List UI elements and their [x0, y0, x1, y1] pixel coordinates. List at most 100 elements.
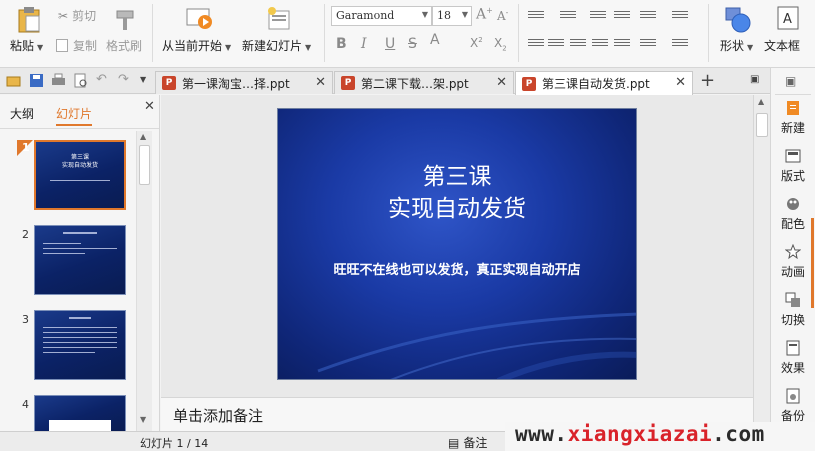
font-size-select[interactable]: 18 ▼ — [432, 6, 472, 26]
font-name-select[interactable]: Garamond ▼ — [331, 6, 432, 26]
bullets-icon[interactable] — [528, 11, 544, 23]
numbering-icon[interactable] — [560, 11, 576, 23]
side-color-scheme-label: 配色 — [780, 217, 805, 231]
canvas-scrollbar[interactable]: ▲ — [753, 95, 770, 431]
text-direction-icon[interactable] — [672, 11, 688, 23]
divider — [775, 94, 811, 95]
side-color-scheme-button[interactable]: 配色 — [771, 196, 815, 232]
justify-icon[interactable] — [592, 39, 608, 51]
shrink-font-icon[interactable]: A- — [497, 8, 508, 23]
scroll-down-icon[interactable]: ▼ — [140, 415, 146, 424]
scroll-up-icon[interactable]: ▲ — [758, 97, 764, 106]
slides-panel: 大纲 幻灯片 ✕ 1 第三课 实现自动发货 2 3 4 ▲ ▼ — [0, 95, 160, 432]
side-backup-button[interactable]: 备份 — [771, 388, 815, 424]
tab-slides[interactable]: 幻灯片 — [56, 105, 93, 126]
shape-button[interactable]: 形状 ▼ — [714, 4, 760, 60]
print-preview-icon[interactable] — [73, 73, 88, 88]
subscript-icon[interactable]: X2 — [494, 36, 507, 52]
side-new-button[interactable]: 新建 — [771, 100, 815, 136]
thumb-text-line — [43, 347, 117, 348]
notes-icon: ▤ — [448, 435, 460, 450]
divider — [0, 128, 159, 129]
side-effects-label: 效果 — [780, 361, 805, 375]
distribute-icon[interactable] — [614, 39, 630, 51]
thumb-text-line — [43, 248, 117, 249]
task-side-panel: ▣ 新建 版式 配色 动画 切换 效果 备份 — [770, 68, 815, 431]
slides-panel-scrollbar[interactable]: ▲ ▼ — [136, 131, 152, 431]
thumb-text-line — [43, 342, 117, 343]
side-effects-button[interactable]: 效果 — [771, 340, 815, 376]
side-layout-label: 版式 — [780, 169, 805, 183]
quick-access-menu-icon[interactable]: ▼ — [140, 75, 146, 84]
slide-thumbnail-2[interactable] — [34, 225, 126, 295]
divider — [324, 4, 325, 62]
font-size-value: 18 — [437, 9, 451, 22]
increase-indent-icon[interactable] — [614, 11, 630, 23]
cut-button[interactable]: ✂ 剪切 — [58, 7, 96, 24]
side-animation-button[interactable]: 动画 — [771, 244, 815, 280]
font-color-icon[interactable]: A — [430, 32, 440, 48]
align-center-icon[interactable] — [548, 39, 564, 51]
tab-lesson-two[interactable]: P 第二课下载…架.ppt ✕ — [334, 71, 514, 94]
side-transition-label: 切换 — [780, 313, 805, 327]
vertical-align-icon[interactable] — [672, 39, 688, 51]
slide-subtitle[interactable]: 旺旺不在线也可以发货，真正实现自动开店 — [278, 259, 636, 278]
close-icon[interactable]: ✕ — [315, 75, 326, 90]
close-icon[interactable]: ✕ — [496, 75, 507, 90]
open-folder-icon[interactable] — [6, 73, 21, 88]
grow-font-icon[interactable]: A+ — [476, 6, 493, 23]
side-layout-button[interactable]: 版式 — [771, 148, 815, 184]
slide-indicator: 幻灯片 1 / 14 — [140, 437, 209, 450]
scroll-up-icon[interactable]: ▲ — [140, 132, 146, 141]
ribbon-toolbar: 粘贴 ▼ ✂ 剪切 复制 格式刷 从当前开始 ▼ 新建幻灯片 ▼ Garamon… — [0, 0, 815, 68]
scrollbar-thumb[interactable] — [139, 145, 150, 185]
slide-number: 4 — [22, 398, 29, 411]
align-right-icon[interactable] — [570, 39, 586, 51]
format-painter-button[interactable]: 格式刷 — [106, 4, 146, 60]
chevron-down-icon: ▼ — [225, 43, 232, 52]
textbox-icon: A — [777, 6, 799, 30]
undo-icon[interactable]: ↶ — [96, 72, 107, 87]
align-left-icon[interactable] — [528, 39, 544, 51]
slide-thumbnail-1[interactable]: 第三课 实现自动发货 — [34, 140, 126, 210]
thumb-title-line: 第三课 — [70, 154, 89, 161]
close-icon[interactable]: ✕ — [675, 75, 686, 90]
redo-icon[interactable]: ↷ — [118, 72, 129, 87]
columns-icon[interactable] — [640, 39, 656, 51]
notes-placeholder: 单击添加备注 — [173, 407, 264, 425]
side-animation-label: 动画 — [780, 265, 805, 279]
notes-toggle-button[interactable]: ▤ 备注 — [448, 434, 487, 451]
side-transition-button[interactable]: 切换 — [771, 292, 815, 328]
italic-icon[interactable]: I — [361, 36, 367, 52]
superscript-icon[interactable]: X2 — [470, 36, 483, 50]
underline-icon[interactable]: U — [385, 36, 395, 52]
slide-thumbnail-3[interactable] — [34, 310, 126, 380]
slide-thumbnail-4[interactable] — [34, 395, 126, 432]
current-slide[interactable]: 第三课 实现自动发货 旺旺不在线也可以发货，真正实现自动开店 — [277, 108, 637, 380]
strikethrough-icon[interactable]: S — [408, 36, 417, 52]
new-slide-button[interactable]: 新建幻灯片 ▼ — [242, 4, 318, 60]
scrollbar-thumb[interactable] — [756, 113, 768, 137]
slide-number: 2 — [22, 228, 29, 241]
textbox-button[interactable]: A 文本框 — [762, 4, 815, 60]
play-from-current-button[interactable]: 从当前开始 ▼ — [162, 4, 234, 60]
save-icon[interactable] — [29, 73, 44, 88]
paste-button[interactable]: 粘贴 ▼ — [8, 4, 48, 60]
tab-lesson-one[interactable]: P 第一课淘宝…择.ppt ✕ — [155, 71, 333, 94]
document-tab-bar: ↶ ↷ ▼ P 第一课淘宝…择.ppt ✕ P 第二课下载…架.ppt ✕ P … — [0, 68, 770, 95]
line-spacing-icon[interactable] — [640, 11, 656, 23]
decrease-indent-icon[interactable] — [590, 11, 606, 23]
tab-list-icon[interactable]: ▣ — [750, 74, 759, 85]
close-panel-icon[interactable]: ✕ — [144, 99, 155, 114]
slide-number: 3 — [22, 313, 29, 326]
print-icon[interactable] — [51, 73, 66, 88]
panel-menu-icon[interactable]: ▣ — [785, 74, 796, 88]
slide-title[interactable]: 第三课 实现自动发货 — [278, 161, 636, 225]
copy-button[interactable]: 复制 — [56, 37, 97, 54]
tab-outline[interactable]: 大纲 — [10, 105, 34, 122]
bold-icon[interactable]: B — [336, 36, 347, 52]
thumb-text-line — [43, 332, 117, 333]
textbox-label: 文本框 — [764, 39, 801, 53]
new-tab-icon[interactable]: + — [700, 70, 715, 91]
tab-lesson-three[interactable]: P 第三课自动发货.ppt ✕ — [515, 71, 693, 95]
